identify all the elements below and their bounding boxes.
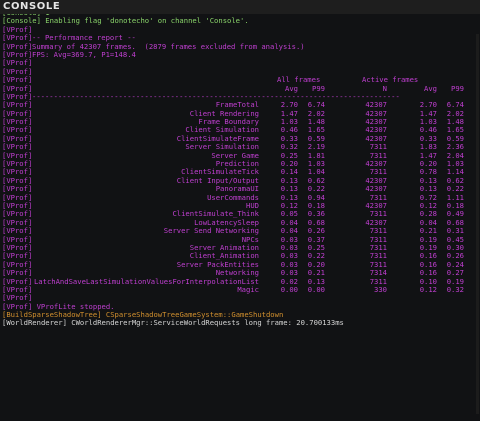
row-avg: 0.00	[280, 284, 298, 294]
console-output[interactable]: [Console] 1[Console] Enabling flag 'dono…	[0, 14, 480, 421]
table-row: [VProf] Server Send Networking 0.04 0.26 731…	[2, 226, 472, 235]
console-message: [Console] Enabling flag 'donotecho' on c…	[2, 16, 249, 26]
console-lines: [Console] 1[Console] Enabling flag 'dono…	[2, 14, 472, 328]
table-row: [VProf] Magic 0.00 0.00 330 0.12 0.32	[2, 284, 472, 294]
col-avg-active: Avg	[424, 83, 437, 93]
table-row: [VProf] UserCommands 0.13 0.94 7311 0.72 1.11	[2, 193, 472, 202]
row-p99: 0.00	[307, 284, 325, 294]
col-p99-active: P99	[451, 83, 464, 93]
console-line: [VProf] All frames Active frames	[2, 75, 472, 85]
console-line: [Console] Enabling flag 'donotecho' on c…	[2, 16, 472, 26]
console-line: [VProf] FPS: Avg=369.7, P1=148.4	[2, 49, 472, 59]
console-title-bar: CONSOLE	[0, 0, 480, 15]
header-active-frames: Active frames	[362, 75, 419, 85]
console-scrollbar[interactable]	[476, 34, 479, 414]
line-tag: [WorldRenderer]	[2, 318, 67, 328]
row-name: LatchAndSaveLastSimulationValuesForInter…	[33, 276, 259, 286]
row-n: 330	[374, 284, 387, 294]
console-line: [WorldRenderer] CWorldRendererMgr::Servic…	[2, 318, 472, 328]
console-title: CONSOLE	[3, 1, 61, 12]
row-name: Magic	[237, 284, 259, 294]
report-text: FPS: Avg=369.7, P1=148.4	[32, 49, 136, 59]
console-line: [VProf]	[2, 58, 472, 67]
row-p99-active: 0.32	[446, 284, 464, 294]
row-avg-active: 0.12	[419, 284, 437, 294]
console-message: CWorldRendererMgr::ServiceWorldRequests …	[71, 318, 344, 328]
